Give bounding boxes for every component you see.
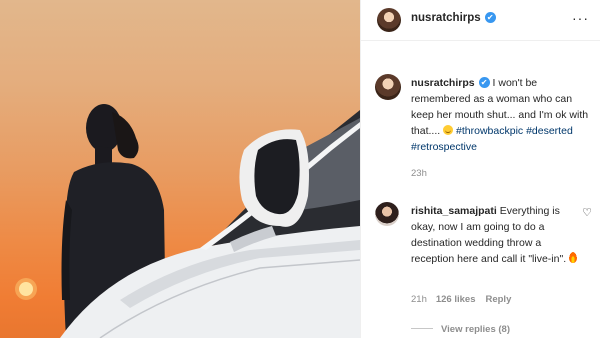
smiley-emoji-icon <box>443 125 454 135</box>
commenter-username[interactable]: rishita_samajpati <box>411 205 497 217</box>
comment-timestamp[interactable]: 21h <box>411 294 427 305</box>
verified-badge-icon: ✔ <box>484 12 496 23</box>
post-header: nusratchirps ✔ ··· <box>361 0 600 41</box>
commenter-avatar[interactable] <box>375 202 399 226</box>
like-comment-heart-icon[interactable]: ♡ <box>582 206 592 219</box>
hashtag-throwbackpic[interactable]: #throwbackpic <box>456 125 523 137</box>
avatar[interactable] <box>377 8 401 32</box>
more-options-icon[interactable]: ··· <box>572 10 589 26</box>
caption-timestamp[interactable]: 23h <box>411 168 427 179</box>
caption-username[interactable]: nusratchirps <box>411 77 475 89</box>
comment-meta: 21h 126 likes Reply <box>411 294 521 305</box>
view-replies-link[interactable]: View replies (8) <box>411 324 510 335</box>
header-username[interactable]: nusratchirps ✔ <box>411 12 496 24</box>
hashtag-retrospective[interactable]: #retrospective <box>411 141 477 153</box>
comment: rishita_samajpati Everything is okay, no… <box>411 203 581 267</box>
reply-button[interactable]: Reply <box>485 294 511 305</box>
post-sidebar: nusratchirps ✔ ··· nusratchirps ✔ I won't … <box>360 0 600 338</box>
fire-emoji-icon <box>569 252 578 263</box>
hashtag-deserted[interactable]: #deserted <box>526 125 573 137</box>
caption-avatar[interactable] <box>375 74 401 100</box>
verified-badge-icon: ✔ <box>478 77 490 88</box>
post-caption: nusratchirps ✔ I won't be remembered as a… <box>411 75 591 155</box>
comment-likes[interactable]: 126 likes <box>436 294 476 305</box>
username-link[interactable]: nusratchirps <box>411 12 481 24</box>
sunset-scene <box>15 104 360 338</box>
post-photo[interactable] <box>0 0 360 338</box>
